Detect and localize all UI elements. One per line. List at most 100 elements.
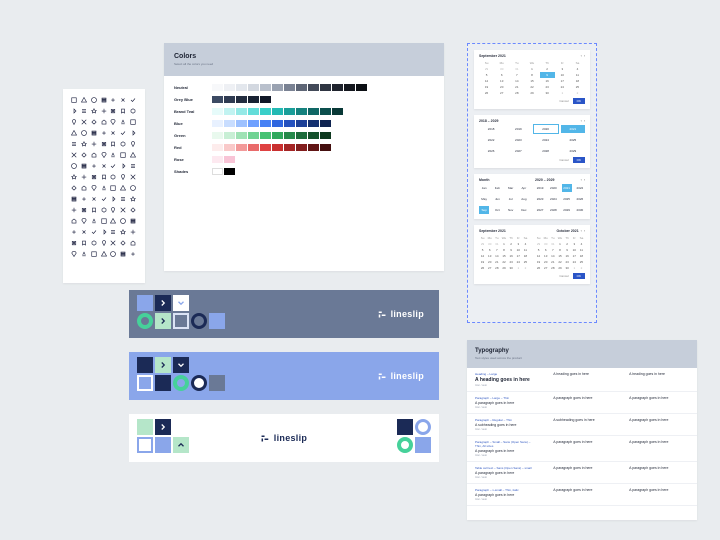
color-swatch[interactable]	[284, 120, 295, 127]
calendar-day[interactable]: 2	[522, 265, 529, 271]
color-swatch[interactable]	[320, 144, 331, 151]
color-swatch[interactable]	[224, 168, 235, 175]
color-swatch[interactable]	[212, 156, 223, 163]
color-swatch[interactable]	[272, 120, 283, 127]
picker-cell[interactable]: 2027	[506, 147, 530, 155]
calendar-day[interactable]: 28	[493, 265, 500, 271]
prev-icon[interactable]: ‹	[581, 54, 582, 58]
color-swatch[interactable]	[212, 120, 223, 127]
color-swatch[interactable]	[272, 108, 283, 115]
color-swatch[interactable]	[356, 84, 367, 91]
color-swatch[interactable]	[224, 132, 235, 139]
calendar-month-picker[interactable]: Month JanFebMarAprMayJunJulAugSepOctNovD…	[474, 174, 590, 219]
color-swatch[interactable]	[320, 120, 331, 127]
picker-cell[interactable]: Oct	[492, 206, 502, 214]
picker-cell[interactable]: 2018	[479, 125, 503, 133]
calendar-day[interactable]: 2	[578, 265, 585, 271]
color-swatch[interactable]	[296, 108, 307, 115]
picker-cell[interactable]: 2029	[561, 147, 585, 155]
color-swatch[interactable]	[320, 132, 331, 139]
calendar-day[interactable]: 29	[524, 90, 539, 96]
color-swatch[interactable]	[248, 96, 259, 103]
calendar-day[interactable]: 30	[508, 265, 515, 271]
color-swatch[interactable]	[212, 144, 223, 151]
color-swatch[interactable]	[224, 144, 235, 151]
picker-cell[interactable]: 2026	[479, 147, 503, 155]
color-swatch[interactable]	[260, 144, 271, 151]
picker-cell[interactable]: 2024	[534, 136, 558, 144]
color-swatch[interactable]	[248, 132, 259, 139]
picker-cell[interactable]: Nov	[506, 206, 516, 214]
picker-cell[interactable]: 2029	[562, 206, 572, 214]
ok-button[interactable]: OK	[573, 98, 585, 104]
calendar-day[interactable]: 27	[542, 265, 549, 271]
color-swatch[interactable]	[308, 132, 319, 139]
color-swatch[interactable]	[284, 132, 295, 139]
color-swatch[interactable]	[332, 84, 343, 91]
picker-cell[interactable]: 2021	[561, 125, 585, 133]
picker-cell[interactable]: 2025	[561, 136, 585, 144]
cancel-button[interactable]: Cancel	[555, 273, 572, 279]
calendar-day[interactable]: 29	[556, 265, 563, 271]
cancel-button[interactable]: Cancel	[555, 157, 572, 163]
picker-cell[interactable]: 2028	[534, 147, 558, 155]
color-swatch[interactable]	[260, 108, 271, 115]
calendar-month[interactable]: September 2021‹› SuMoTuWeThFrSa293031123…	[474, 50, 590, 109]
picker-cell[interactable]: Sep	[479, 206, 489, 214]
calendar-day[interactable]: 1	[515, 265, 522, 271]
picker-cell[interactable]: Dec	[519, 206, 529, 214]
prev-icon[interactable]: ‹	[581, 178, 582, 182]
picker-cell[interactable]: Jan	[479, 184, 489, 192]
color-swatch[interactable]	[236, 108, 247, 115]
calendar-day[interactable]: 28	[549, 265, 556, 271]
prev-icon[interactable]: ‹	[581, 119, 582, 123]
calendar-range[interactable]: September 2021 SuMoTuWeThFrSa29303112345…	[474, 225, 590, 284]
calendar-day[interactable]: 1	[571, 265, 578, 271]
color-swatch[interactable]	[260, 120, 271, 127]
picker-cell[interactable]: 2023	[535, 195, 545, 203]
color-swatch[interactable]	[224, 120, 235, 127]
color-swatch[interactable]	[260, 84, 271, 91]
color-swatch[interactable]	[224, 84, 235, 91]
color-swatch[interactable]	[260, 96, 271, 103]
color-swatch[interactable]	[212, 132, 223, 139]
calendar-day[interactable]: 1	[555, 90, 570, 96]
color-swatch[interactable]	[224, 96, 235, 103]
picker-cell[interactable]: 2030	[575, 206, 585, 214]
color-swatch[interactable]	[308, 84, 319, 91]
picker-cell[interactable]: Mar	[506, 184, 516, 192]
color-swatch[interactable]	[248, 84, 259, 91]
color-swatch[interactable]	[248, 120, 259, 127]
color-swatch[interactable]	[236, 120, 247, 127]
picker-cell[interactable]: Aug	[519, 195, 529, 203]
calendar-year-picker[interactable]: 2018 – 2029‹› 20182019202020212022202320…	[474, 115, 590, 168]
calendar-day[interactable]: 26	[479, 90, 494, 96]
picker-cell[interactable]: Apr	[519, 184, 529, 192]
color-swatch[interactable]	[284, 84, 295, 91]
color-swatch[interactable]	[236, 96, 247, 103]
calendar-day[interactable]: 26	[535, 265, 542, 271]
color-swatch[interactable]	[236, 132, 247, 139]
picker-cell[interactable]: 2020	[534, 125, 558, 133]
next-icon[interactable]: ›	[584, 119, 585, 123]
picker-cell[interactable]: 2026	[575, 195, 585, 203]
color-swatch[interactable]	[296, 144, 307, 151]
color-swatch[interactable]	[224, 108, 235, 115]
next-icon[interactable]: ›	[584, 229, 585, 233]
picker-cell[interactable]: 2019	[506, 125, 530, 133]
color-swatch[interactable]	[212, 96, 223, 103]
picker-cell[interactable]: 2022	[479, 136, 503, 144]
color-swatch[interactable]	[320, 108, 331, 115]
color-swatch[interactable]	[212, 168, 223, 175]
picker-cell[interactable]: 2019	[535, 184, 545, 192]
color-swatch[interactable]	[296, 132, 307, 139]
calendar-day[interactable]: 27	[486, 265, 493, 271]
picker-cell[interactable]: 2027	[535, 206, 545, 214]
next-icon[interactable]: ›	[584, 178, 585, 182]
calendar-day[interactable]: 30	[540, 90, 555, 96]
color-swatch[interactable]	[212, 84, 223, 91]
color-swatch[interactable]	[224, 156, 235, 163]
ok-button[interactable]: OK	[573, 157, 585, 163]
picker-cell[interactable]: 2023	[506, 136, 530, 144]
calendar-day[interactable]: 2	[570, 90, 585, 96]
